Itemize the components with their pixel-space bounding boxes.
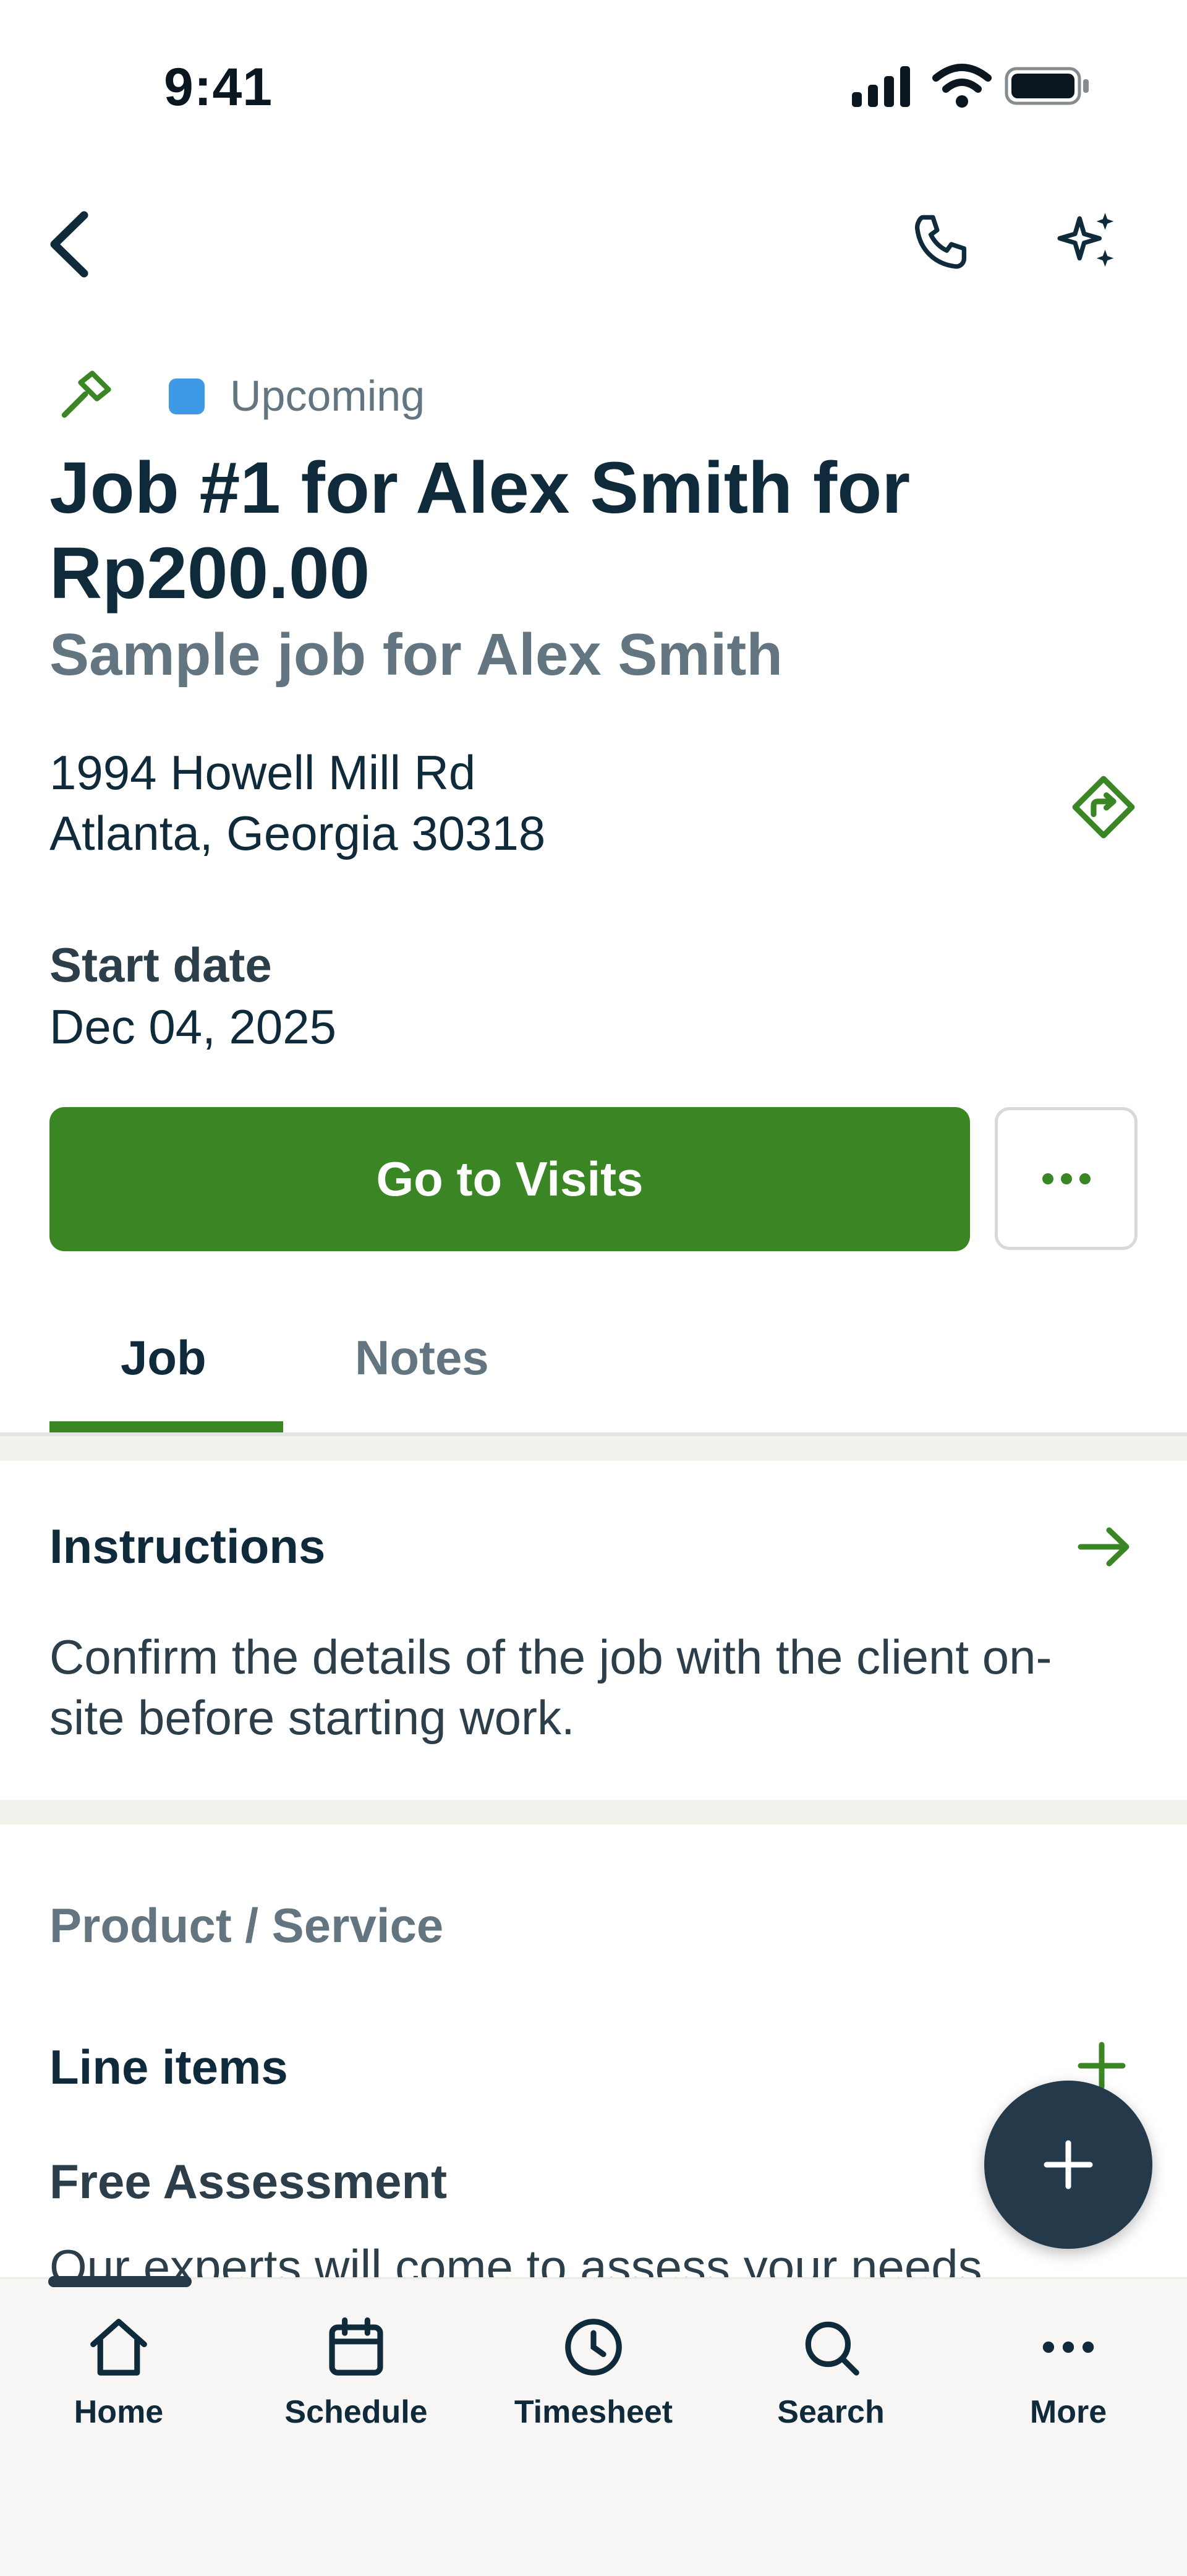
nav-home[interactable]: Home <box>26 2313 211 2431</box>
nav-home-label: Home <box>74 2394 164 2430</box>
hammer-icon <box>61 370 111 418</box>
ellipsis-icon <box>1042 1173 1091 1184</box>
nav-more[interactable]: More <box>976 2313 1161 2431</box>
instructions-title: Instructions <box>49 1519 326 1573</box>
product-service-label: Product / Service <box>49 1898 444 1953</box>
job-title: Job #1 for Alex Smith for Rp200.00 <box>49 447 911 614</box>
job-subtitle: Sample job for Alex Smith <box>49 622 783 688</box>
start-date-value: Dec 04, 2025 <box>49 999 337 1054</box>
directions-icon[interactable] <box>1070 773 1138 841</box>
line-items-title: Line items <box>49 2040 288 2094</box>
section-separator <box>0 1436 1187 1461</box>
address-line-1: 1994 Howell Mill Rd <box>49 745 476 800</box>
tab-job[interactable]: Job <box>121 1330 206 1386</box>
nav-schedule-label: Schedule <box>284 2394 428 2430</box>
status-indicator <box>169 379 205 414</box>
scroll-indicator <box>48 2276 192 2287</box>
arrow-right-icon[interactable] <box>1077 1525 1133 1568</box>
more-actions-button[interactable] <box>995 1107 1138 1250</box>
phone-icon[interactable] <box>909 210 977 278</box>
address-line-2: Atlanta, Georgia 30318 <box>49 806 546 860</box>
cellular-signal-icon <box>852 66 910 107</box>
nav-timesheet[interactable]: Timesheet <box>501 2313 686 2431</box>
nav-timesheet-label: Timesheet <box>514 2394 673 2430</box>
active-tab-indicator <box>49 1421 283 1432</box>
go-to-visits-button[interactable]: Go to Visits <box>49 1107 970 1251</box>
ai-sparkle-icon[interactable] <box>1054 207 1122 275</box>
battery-icon <box>1005 67 1089 105</box>
start-date-label: Start date <box>49 938 272 992</box>
calendar-icon <box>329 2317 383 2376</box>
status-time: 9:41 <box>164 58 273 117</box>
add-fab-button[interactable] <box>984 2081 1152 2249</box>
search-icon <box>805 2321 859 2376</box>
nav-search[interactable]: Search <box>738 2313 924 2431</box>
nav-more-label: More <box>1029 2394 1107 2430</box>
job-address: 1994 Howell Mill Rd Atlanta, Georgia 303… <box>49 742 545 863</box>
wifi-icon <box>932 64 992 108</box>
plus-icon <box>1044 2140 1093 2189</box>
back-arrow-icon[interactable] <box>45 210 94 278</box>
section-separator <box>0 1800 1187 1825</box>
ellipsis-icon <box>1042 2341 1094 2353</box>
home-icon <box>90 2319 147 2376</box>
line-item-name: Free Assessment <box>49 2154 448 2209</box>
clock-icon <box>565 2319 622 2376</box>
instructions-text: Confirm the details of the job with the … <box>49 1630 1052 1745</box>
nav-schedule[interactable]: Schedule <box>263 2313 449 2431</box>
tab-notes[interactable]: Notes <box>355 1330 489 1386</box>
nav-search-label: Search <box>777 2394 885 2430</box>
status-label: Upcoming <box>230 372 425 420</box>
